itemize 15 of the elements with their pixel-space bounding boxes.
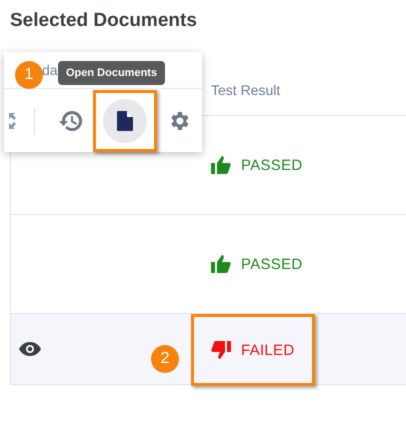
history-icon	[58, 108, 84, 132]
document-button[interactable]	[103, 98, 147, 142]
column-header: da	[42, 62, 58, 78]
eye-icon[interactable]	[19, 342, 41, 356]
document-icon	[117, 110, 133, 130]
page-title: Selected Documents	[9, 9, 198, 33]
thumbs-up-icon	[211, 255, 231, 273]
thumbs-up-icon	[211, 156, 231, 174]
result-label: PASSED	[241, 156, 303, 174]
number-badge: 2	[151, 345, 179, 373]
tooltip: Open Documents	[58, 61, 166, 85]
result-label: PASSED	[241, 256, 303, 272]
result-label: FAILED	[241, 342, 294, 358]
column-header: Test Result	[211, 82, 282, 98]
thumbs-down-icon	[211, 341, 231, 359]
